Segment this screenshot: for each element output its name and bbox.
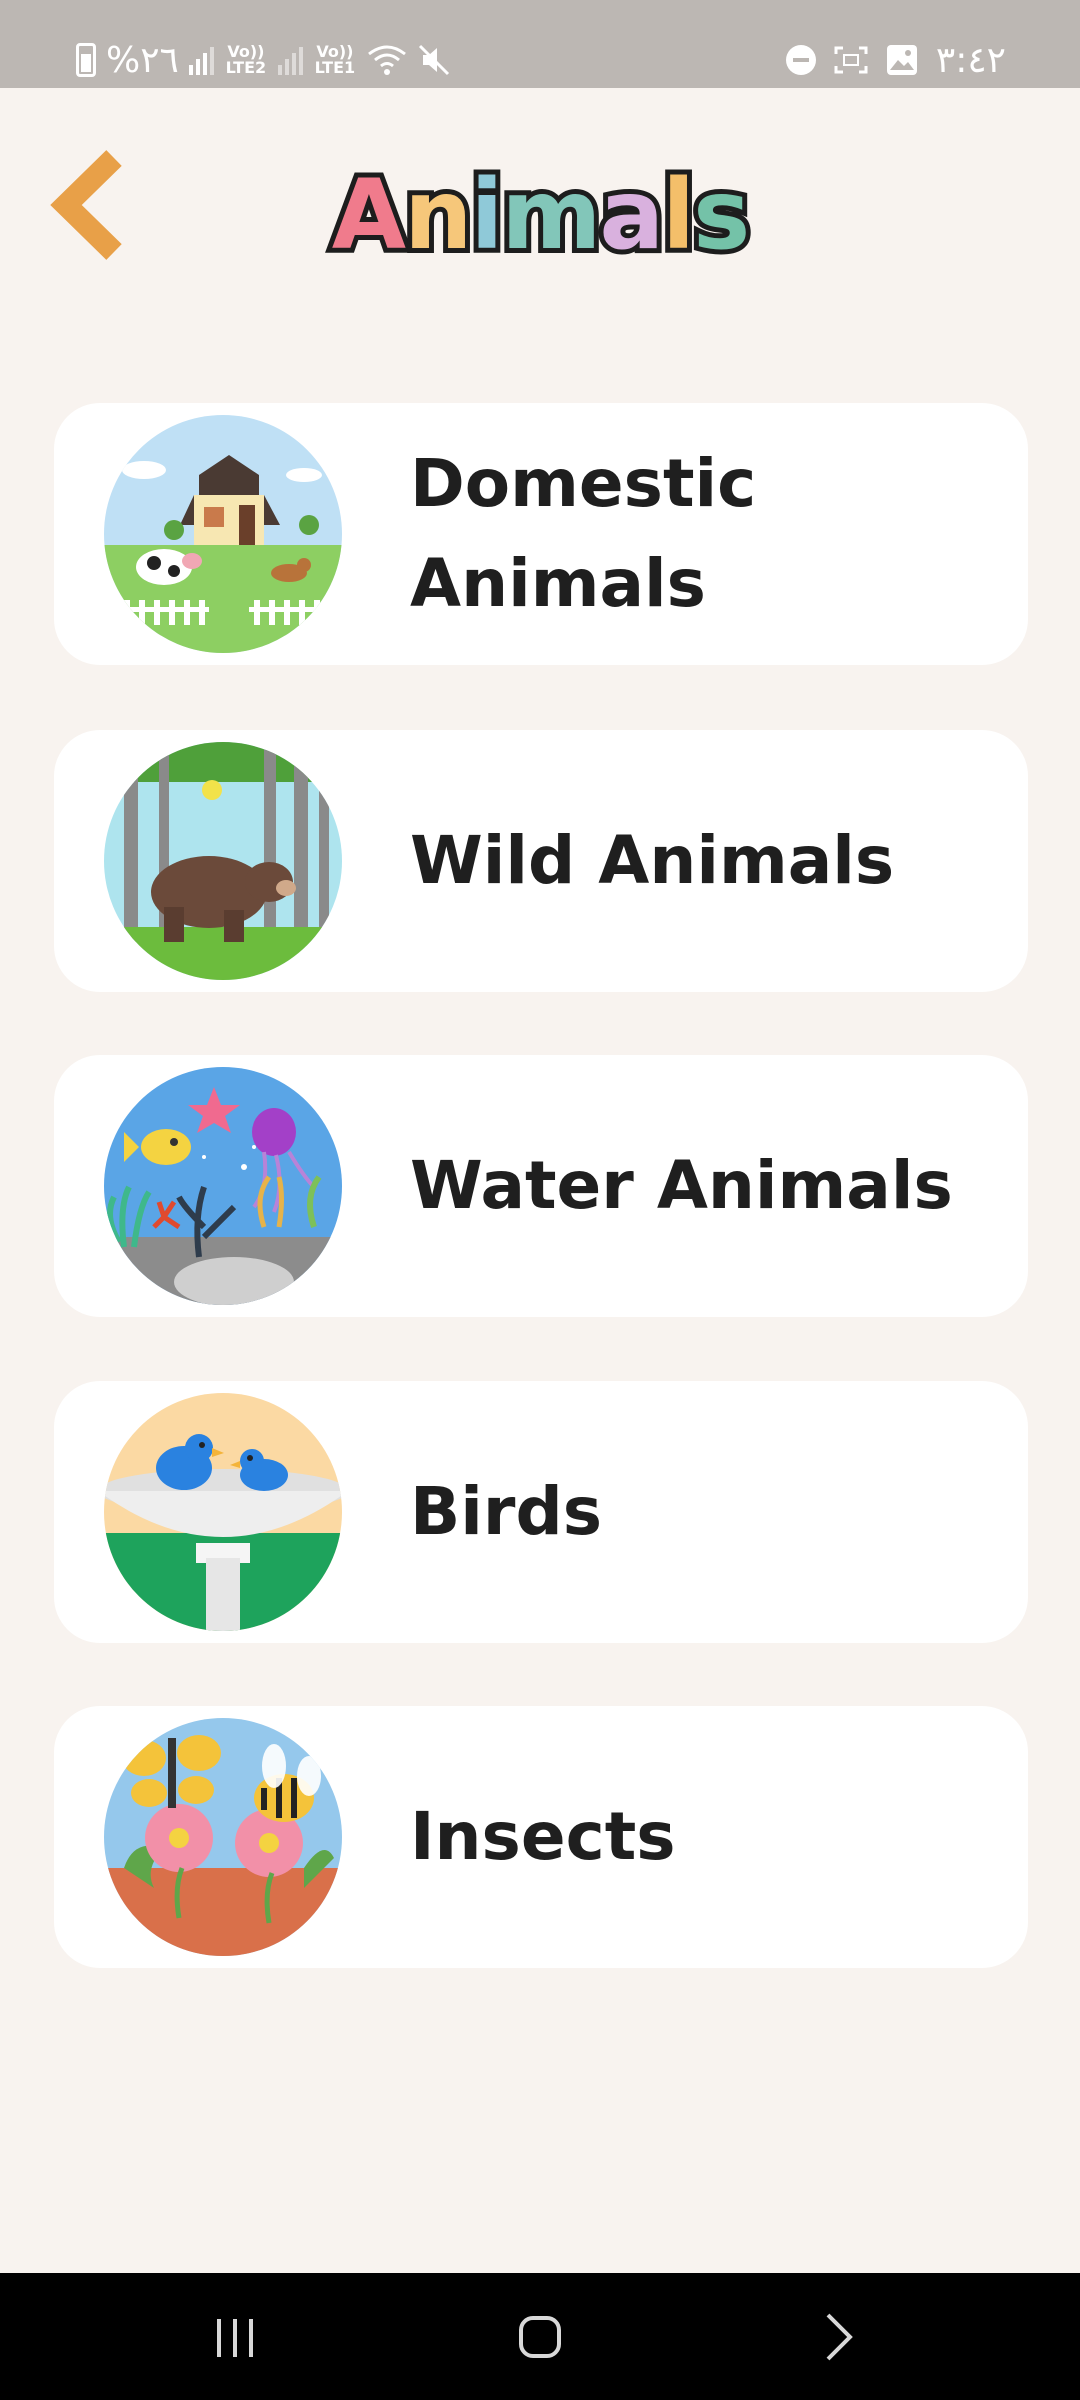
farm-house-icon bbox=[104, 415, 342, 653]
category-card-domestic-animals[interactable]: Domestic Animals bbox=[54, 403, 1028, 665]
navigation-bar bbox=[0, 2273, 1080, 2400]
category-card-insects[interactable]: Insects bbox=[54, 1706, 1028, 1968]
category-label: Wild Animals bbox=[410, 822, 895, 899]
screen-record-icon bbox=[834, 46, 868, 74]
birdbath-icon bbox=[104, 1393, 342, 1631]
gallery-icon bbox=[886, 45, 917, 75]
title-letter: A bbox=[327, 155, 411, 275]
title-letter: a bbox=[594, 155, 669, 275]
category-card-water-animals[interactable]: Water Animals bbox=[54, 1055, 1028, 1317]
home-icon bbox=[519, 2316, 561, 2358]
category-label: Birds bbox=[410, 1473, 603, 1550]
category-card-wild-animals[interactable]: Wild Animals bbox=[54, 730, 1028, 992]
category-label: Water Animals bbox=[410, 1147, 953, 1224]
battery-percentage: %٢٦ bbox=[106, 39, 179, 81]
status-right: ٣:٤٢ bbox=[785, 39, 1006, 81]
title-letter: s bbox=[688, 155, 755, 275]
sea-life-icon bbox=[104, 1067, 342, 1305]
page-title: Animals bbox=[0, 155, 1080, 275]
status-left: %٢٦ Vo)) LTE2 Vo)) LTE1 bbox=[76, 39, 451, 81]
network-lte1: Vo)) LTE1 bbox=[314, 42, 360, 77]
back-icon bbox=[826, 2313, 853, 2361]
bear-forest-icon bbox=[104, 742, 342, 980]
back-nav-button[interactable] bbox=[795, 2301, 885, 2371]
recent-apps-button[interactable] bbox=[190, 2301, 280, 2371]
category-label: Insects bbox=[410, 1798, 676, 1875]
title-letter: n bbox=[399, 155, 477, 275]
mute-icon bbox=[418, 44, 449, 76]
category-label: Domestic Animals bbox=[410, 445, 757, 622]
clock: ٣:٤٢ bbox=[935, 39, 1006, 81]
recent-apps-icon bbox=[217, 2319, 253, 2357]
battery-icon bbox=[76, 43, 96, 77]
title-letter: l bbox=[657, 155, 700, 275]
signal-icon bbox=[188, 45, 214, 75]
title-letter: i bbox=[465, 155, 508, 275]
category-card-birds[interactable]: Birds bbox=[54, 1381, 1028, 1643]
title-letter: m bbox=[496, 155, 606, 275]
signal-icon-2 bbox=[277, 45, 303, 75]
status-bar: %٢٦ Vo)) LTE2 Vo)) LTE1 ٣:٤٢ bbox=[0, 0, 1080, 88]
butterfly-bee-icon bbox=[104, 1718, 342, 1956]
home-button[interactable] bbox=[495, 2301, 585, 2371]
wifi-icon bbox=[367, 45, 406, 75]
network-lte2: Vo)) LTE2 bbox=[225, 42, 271, 77]
do-not-disturb-icon bbox=[785, 45, 816, 75]
